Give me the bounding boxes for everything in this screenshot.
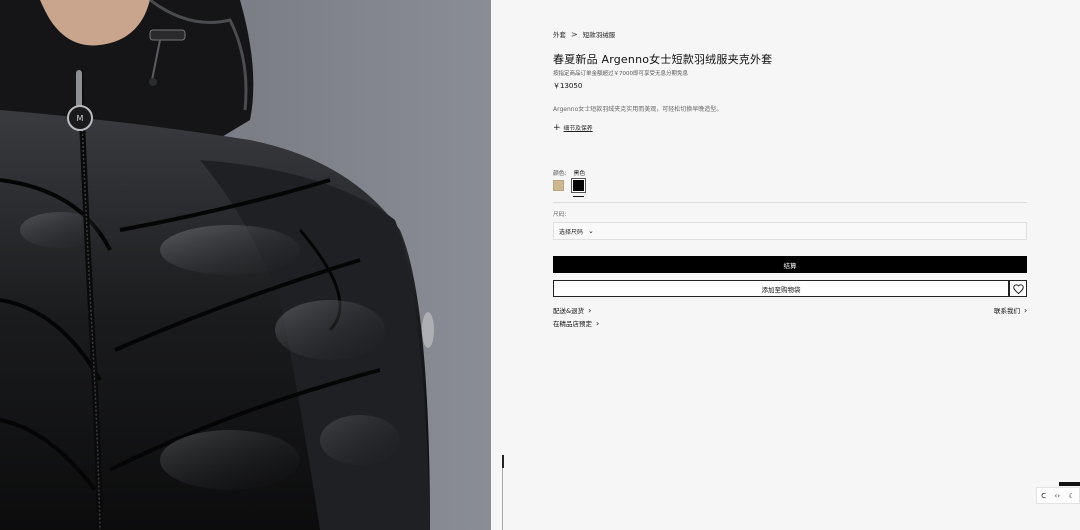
breadcrumb: 外套 > 短款羽绒服	[553, 29, 616, 40]
product-price: ￥13050	[553, 82, 583, 90]
checkout-button[interactable]: 结算	[553, 256, 1027, 273]
widget-translate-icon[interactable]: ‹›	[1055, 492, 1061, 500]
jacket-illustration: M	[0, 0, 491, 530]
breadcrumb-item-short-down[interactable]: 短款羽绒服	[583, 29, 616, 39]
chevron-right-icon: ›	[596, 318, 600, 328]
chevron-right-icon: >	[571, 29, 578, 39]
boutique-reserve-link[interactable]: 在精品店预定 ›	[553, 318, 600, 329]
shipping-returns-label: 配送&退货	[553, 307, 585, 315]
boutique-reserve-label: 在精品店预定	[553, 320, 592, 328]
product-title: 春夏新品 Argenno女士短款羽绒服夹克外套	[553, 53, 773, 66]
widget-c-icon[interactable]: C	[1041, 492, 1046, 500]
product-image[interactable]: M	[0, 0, 491, 530]
contact-us-label: 联系我们	[994, 307, 1020, 315]
product-details-panel: 外套 > 短款羽绒服 春夏新品 Argenno女士短款羽绒服夹克外套 按指定商品…	[491, 0, 1080, 530]
color-row: 颜色: 黑色	[553, 168, 585, 177]
chevron-right-icon: ›	[1024, 305, 1028, 315]
shipping-returns-link[interactable]: 配送&退货 ›	[553, 305, 592, 316]
wishlist-button[interactable]	[1009, 280, 1027, 297]
floating-widget[interactable]: C ‹› ☾	[1036, 487, 1080, 504]
chevron-down-icon: ⌄	[588, 227, 594, 235]
size-select[interactable]: 选择尺码 ⌄	[553, 222, 1027, 240]
product-description: Argenno女士短款羽绒夹克实用而美观，可轻松切换早晚造型。	[553, 106, 723, 113]
add-to-cart-button[interactable]: 添加至购物袋	[553, 280, 1009, 297]
details-care-label: 细节及保养	[563, 126, 593, 132]
widget-tab	[1059, 482, 1080, 486]
color-label: 颜色:	[553, 171, 567, 177]
divider	[553, 202, 1027, 203]
promo-text: 按指定商品订单金额超过￥7000即可享受无息分期免息	[553, 71, 688, 77]
size-select-placeholder: 选择尺码	[559, 228, 584, 236]
moon-icon[interactable]: ☾	[1069, 492, 1075, 500]
scroll-marker-tick	[502, 455, 504, 468]
details-care-link[interactable]: + 细节及保养	[553, 123, 593, 132]
beige-swatch[interactable]	[553, 180, 564, 191]
plus-icon: +	[553, 122, 561, 133]
color-swatches	[553, 179, 585, 192]
chevron-right-icon: ›	[588, 305, 592, 315]
breadcrumb-item-outerwear[interactable]: 外套	[553, 29, 566, 39]
svg-text:M: M	[77, 114, 84, 123]
black-swatch[interactable]	[572, 179, 585, 192]
size-label: 尺码:	[553, 212, 567, 218]
selected-swatch-indicator	[573, 196, 584, 197]
heart-icon	[1012, 283, 1024, 294]
color-selected-value: 黑色	[573, 171, 586, 177]
contact-us-link[interactable]: 联系我们 ›	[994, 305, 1028, 316]
